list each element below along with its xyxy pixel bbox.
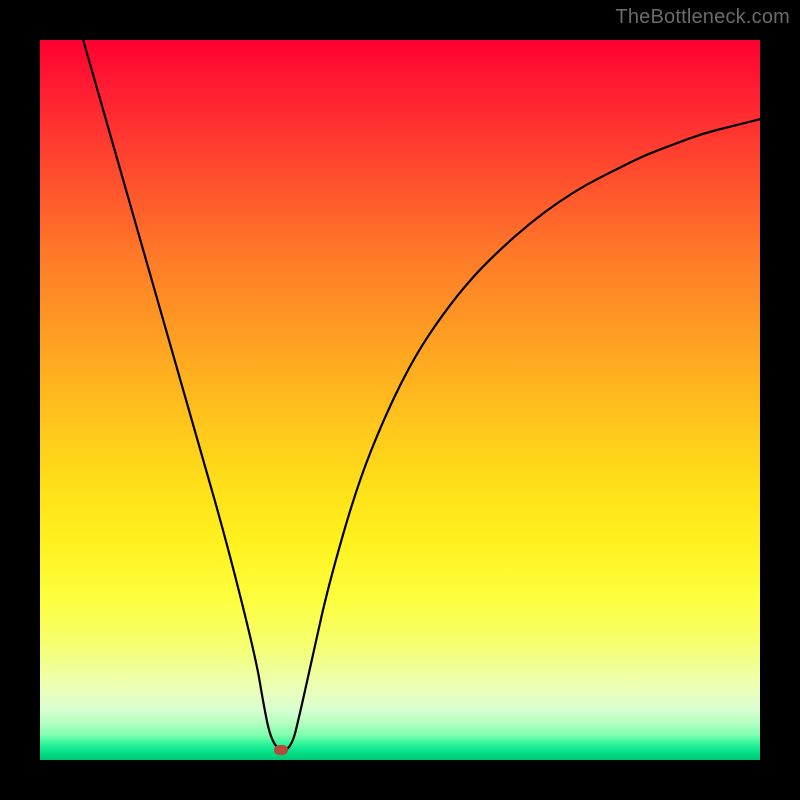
optimal-point-marker (274, 745, 288, 755)
bottleneck-curve (40, 40, 760, 760)
chart-frame: TheBottleneck.com (0, 0, 800, 800)
watermark-text: TheBottleneck.com (615, 6, 790, 29)
plot-area (40, 40, 760, 760)
